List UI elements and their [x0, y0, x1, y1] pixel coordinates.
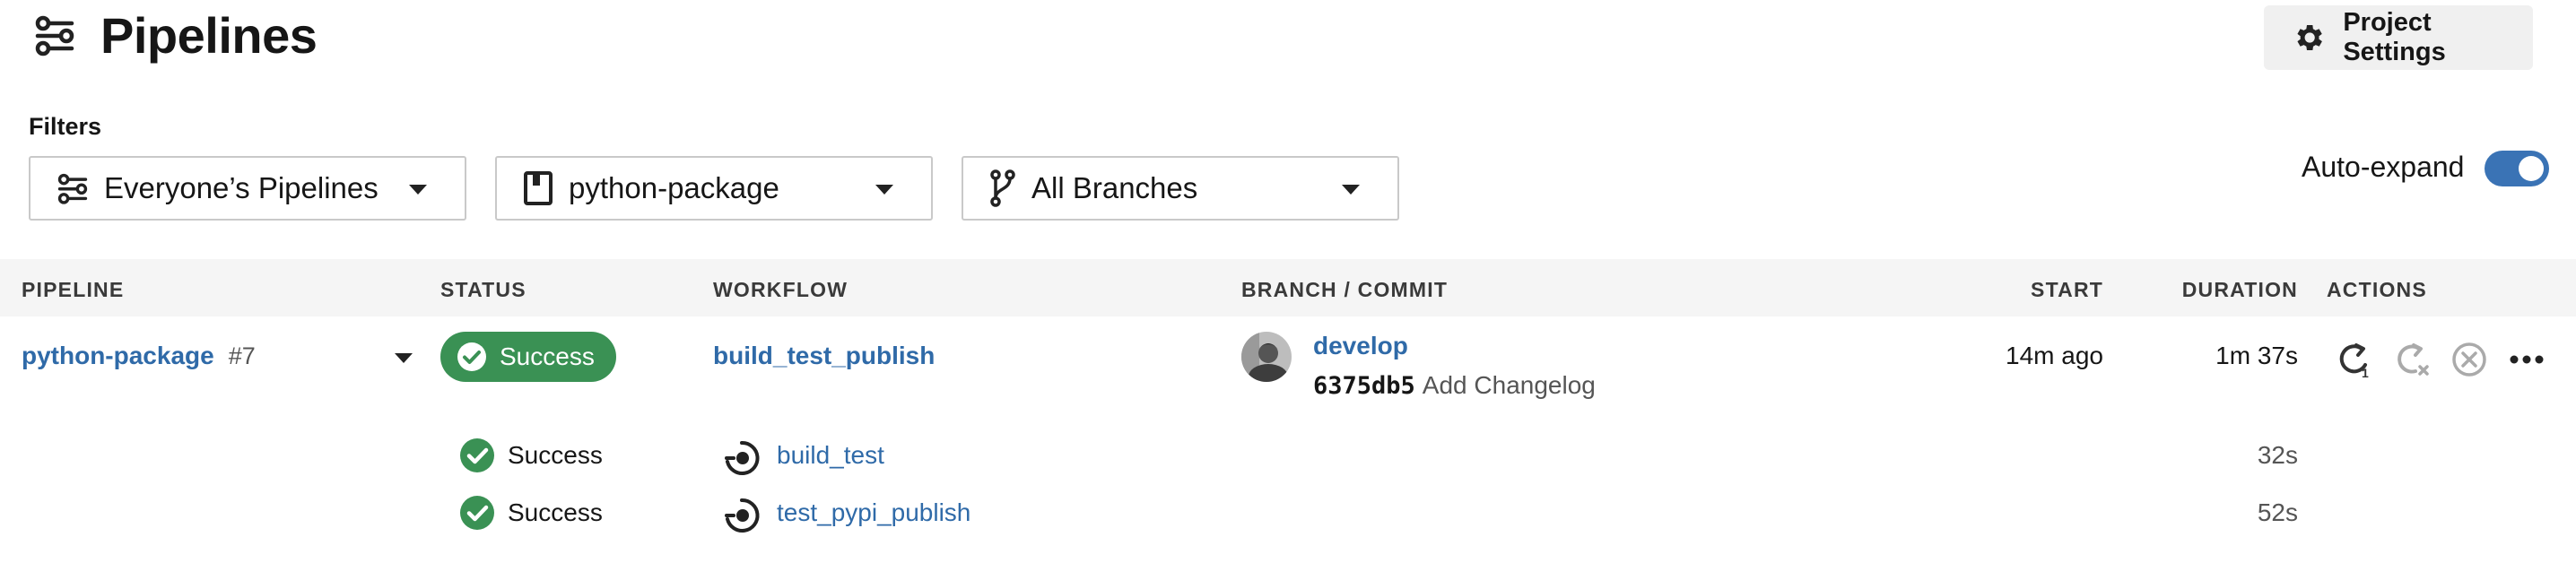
commit-message: Add Changelog [1422, 371, 1596, 399]
pipeline-number: #7 [228, 342, 256, 369]
job-status: Success [459, 495, 603, 531]
column-header-branch-commit: BRANCH / COMMIT [1241, 278, 1449, 301]
column-header-workflow: WORKFLOW [713, 278, 849, 301]
more-horizontal-icon [2510, 355, 2544, 364]
status-label: Success [500, 342, 595, 370]
project-filter-dropdown[interactable]: python-package [495, 156, 933, 221]
branch-icon [990, 169, 1015, 207]
job-icon [725, 498, 760, 533]
chevron-down-icon [875, 185, 893, 195]
chevron-down-icon [409, 185, 427, 195]
pipelines-icon [57, 173, 88, 204]
project-settings-label: Project Settings [2343, 8, 2446, 66]
cancel-workflow-button[interactable] [2449, 339, 2490, 380]
pipeline-duration: 1m 37s [2215, 342, 2298, 369]
svg-text:1: 1 [2362, 366, 2369, 379]
check-circle-icon [460, 438, 494, 472]
rerun-icon: 1 [2339, 343, 2369, 379]
avatar [1241, 332, 1292, 382]
table-row: python-package #7 [22, 342, 256, 370]
column-header-pipeline: PIPELINE [22, 278, 125, 301]
branch-filter-dropdown[interactable]: All Branches [962, 156, 1399, 221]
start-time: 14m ago [2006, 342, 2103, 369]
branch-link[interactable]: develop [1313, 332, 1408, 360]
workflow-link[interactable]: build_test_publish [713, 342, 935, 370]
rerun-workflow-button[interactable]: 1 [2334, 339, 2375, 380]
page-title: Pipelines [100, 7, 318, 64]
auto-expand-label: Auto-expand [2302, 151, 2465, 183]
toggle-knob [2519, 156, 2544, 181]
rerun-failed-icon [2398, 343, 2429, 376]
check-circle-icon [457, 342, 486, 371]
cancel-icon [2452, 342, 2486, 377]
pipelines-filter-dropdown[interactable]: Everyone’s Pipelines [29, 156, 466, 221]
status-badge: Success [440, 332, 616, 382]
project-filter-value: python-package [569, 171, 779, 204]
column-header-status: STATUS [440, 278, 527, 301]
job-icon [725, 440, 760, 475]
rerun-failed-button[interactable] [2391, 339, 2432, 380]
commit-info: 6375db5 Add Changelog [1313, 371, 1596, 400]
check-circle-icon [460, 496, 494, 530]
repository-icon [524, 171, 553, 205]
commit-hash[interactable]: 6375db5 [1313, 372, 1415, 400]
project-settings-button[interactable]: Project Settings [2264, 5, 2533, 70]
job-name-link[interactable]: test_pypi_publish [777, 498, 970, 527]
pipeline-name-link[interactable]: python-package [22, 342, 214, 370]
filters-label: Filters [29, 113, 102, 140]
auto-expand-toggle[interactable] [2485, 151, 2549, 186]
column-header-start: START [2031, 278, 2103, 301]
chevron-down-icon [1342, 185, 1360, 195]
job-status-label: Success [508, 498, 603, 526]
pipelines-icon [35, 15, 74, 56]
more-actions-button[interactable] [2506, 339, 2547, 380]
pipelines-filter-value: Everyone’s Pipelines [104, 171, 379, 204]
branch-filter-value: All Branches [1031, 171, 1198, 204]
job-duration: 32s [2257, 441, 2298, 469]
job-status-label: Success [508, 441, 603, 469]
job-name-link[interactable]: build_test [777, 441, 884, 470]
job-status: Success [459, 437, 603, 473]
column-header-actions: ACTIONS [2327, 278, 2427, 301]
column-header-duration: DURATION [2181, 278, 2298, 301]
expand-chevron-icon[interactable] [395, 353, 413, 363]
job-duration: 52s [2257, 498, 2298, 526]
gear-icon [2297, 24, 2322, 51]
